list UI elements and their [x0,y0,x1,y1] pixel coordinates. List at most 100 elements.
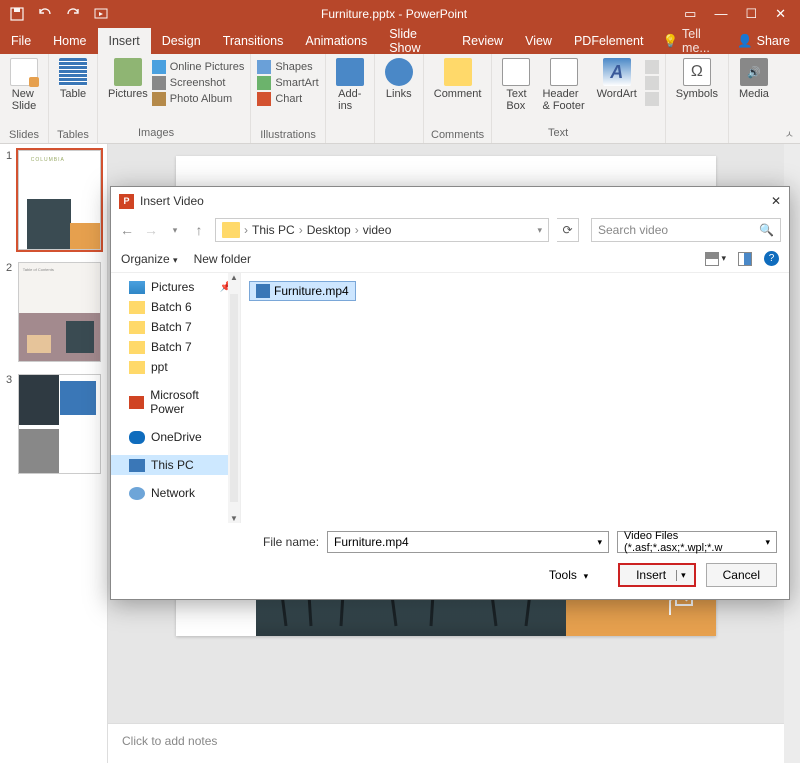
crumb-this-pc[interactable]: This PC [252,223,295,237]
shapes-button[interactable]: Shapes [257,60,318,74]
breadcrumb[interactable]: › This PC › Desktop › video ▾ [215,218,549,242]
dialog-title-bar: P Insert Video ✕ [111,187,789,215]
table-button[interactable]: Table [55,56,91,102]
sidebar-item-network[interactable]: Network [111,483,240,503]
addins-button[interactable]: Add- ins [332,56,368,114]
sidebar-item-batch-6[interactable]: Batch 6 [111,297,240,317]
group-illustrations: Shapes SmartArt Chart Illustrations [251,54,325,143]
comment-button[interactable]: Comment [430,56,486,102]
ribbon-options-icon[interactable]: ▭ [684,6,696,22]
refresh-icon[interactable]: ⟳ [557,218,579,242]
tell-me[interactable]: 💡Tell me... [654,28,727,54]
text-extra-1[interactable] [645,60,659,74]
tab-review[interactable]: Review [451,28,514,54]
wordart-button[interactable]: AWordArt [593,56,641,102]
textbox-button[interactable]: Text Box [498,56,534,114]
sidebar-item-batch-7[interactable]: Batch 7 [111,337,240,357]
sidebar-item-pictures[interactable]: Pictures📌 [111,277,240,297]
online-pictures-button[interactable]: Online Pictures [152,60,245,74]
sidebar-item-label: OneDrive [151,430,202,444]
symbols-button[interactable]: ΩSymbols [672,56,722,102]
collapse-ribbon-icon[interactable]: ㅅ [785,126,794,141]
slide-thumbnail-3[interactable] [18,374,101,474]
file-name-input[interactable]: Furniture.mp4 ▾ [327,531,609,553]
file-item-selected[interactable]: Furniture.mp4 [249,281,356,301]
sidebar-item-this-pc[interactable]: This PC [111,455,240,475]
new-slide-button[interactable]: New Slide [6,56,42,114]
redo-icon[interactable] [66,7,80,21]
links-button[interactable]: Links [381,56,417,102]
header-footer-button[interactable]: Header & Footer [538,56,588,114]
view-options-icon[interactable]: ▾ [705,252,726,266]
close-icon[interactable]: ✕ [775,6,786,22]
tab-insert[interactable]: Insert [98,28,151,54]
net-icon [129,487,145,500]
new-folder-button[interactable]: New folder [194,252,251,266]
file-list[interactable]: Furniture.mp4 [241,273,789,523]
back-icon[interactable]: ← [119,222,135,238]
file-type-filter[interactable]: Video Files (*.asf;*.asx;*.wpl;*.w ▾ [617,531,777,553]
chevron-right-icon: › [355,223,359,237]
cancel-button[interactable]: Cancel [706,563,777,587]
minimize-icon[interactable]: — [714,6,727,22]
group-tables: Table Tables [49,54,98,143]
slide-thumbnail-1[interactable]: COLUMBIA [18,150,101,250]
video-file-icon [256,284,270,298]
chevron-right-icon: › [244,223,248,237]
text-extra-2[interactable] [645,76,659,90]
search-input[interactable]: Search video 🔍 [591,218,781,242]
insert-dropdown-icon[interactable]: ▾ [676,570,686,581]
pc-icon [129,459,145,472]
chevron-down-icon[interactable]: ▾ [597,537,602,548]
dialog-close-icon[interactable]: ✕ [771,194,781,208]
chevron-down-icon[interactable]: ▾ [167,225,183,236]
tab-slideshow[interactable]: Slide Show [378,28,451,54]
tab-file[interactable]: File [0,28,42,54]
bulb-icon: 💡 [662,34,678,49]
up-icon[interactable]: ↑ [191,222,207,238]
sidebar-item-label: Pictures [151,280,194,294]
forward-icon[interactable]: → [143,222,159,238]
media-button[interactable]: 🔊Media [735,56,773,102]
crumb-video[interactable]: video [363,223,392,237]
chart-button[interactable]: Chart [257,92,318,106]
help-icon[interactable]: ? [764,251,779,266]
sidebar-item-batch-7[interactable]: Batch 7 [111,317,240,337]
pp-icon [129,396,144,409]
photo-album-button[interactable]: Photo Album [152,92,245,106]
slide-thumbnail-2[interactable]: Table of Contents [18,262,101,362]
tab-view[interactable]: View [514,28,563,54]
quick-access-toolbar [0,7,118,21]
chevron-right-icon: › [299,223,303,237]
insert-button[interactable]: Insert ▾ [618,563,696,587]
pictures-button[interactable]: Pictures [104,56,152,102]
tab-animations[interactable]: Animations [294,28,378,54]
tools-menu[interactable]: Tools ▾ [549,568,588,582]
smartart-button[interactable]: SmartArt [257,76,318,90]
group-slides: New Slide Slides [0,54,49,143]
sidebar-item-ppt[interactable]: ppt [111,357,240,377]
crumb-desktop[interactable]: Desktop [307,223,351,237]
sidebar-scrollbar[interactable]: ▲▼ [228,273,240,523]
dialog-footer: File name: Furniture.mp4 ▾ Video Files (… [111,523,789,599]
tab-pdfelement[interactable]: PDFelement [563,28,654,54]
sidebar-item-label: Batch 7 [151,320,192,334]
maximize-icon[interactable]: ☐ [745,6,757,22]
preview-pane-icon[interactable] [738,252,752,266]
notes-pane[interactable]: Click to add notes [108,723,784,763]
chevron-down-icon[interactable]: ▾ [537,225,542,236]
slideshow-icon[interactable] [94,7,108,21]
text-extra-3[interactable] [645,92,659,106]
share-button[interactable]: 👤Share [727,28,800,54]
slide-thumbnails-panel: 1 COLUMBIA 2 Table of Contents [0,144,108,763]
undo-icon[interactable] [38,7,52,21]
screenshot-button[interactable]: Screenshot [152,76,245,90]
sidebar-item-microsoft-power[interactable]: Microsoft Power [111,385,240,419]
organize-menu[interactable]: Organize ▾ [121,252,178,266]
tab-home[interactable]: Home [42,28,97,54]
tab-design[interactable]: Design [151,28,212,54]
sidebar-item-onedrive[interactable]: OneDrive [111,427,240,447]
thumb-number: 3 [6,374,14,474]
tab-transitions[interactable]: Transitions [212,28,295,54]
save-icon[interactable] [10,7,24,21]
